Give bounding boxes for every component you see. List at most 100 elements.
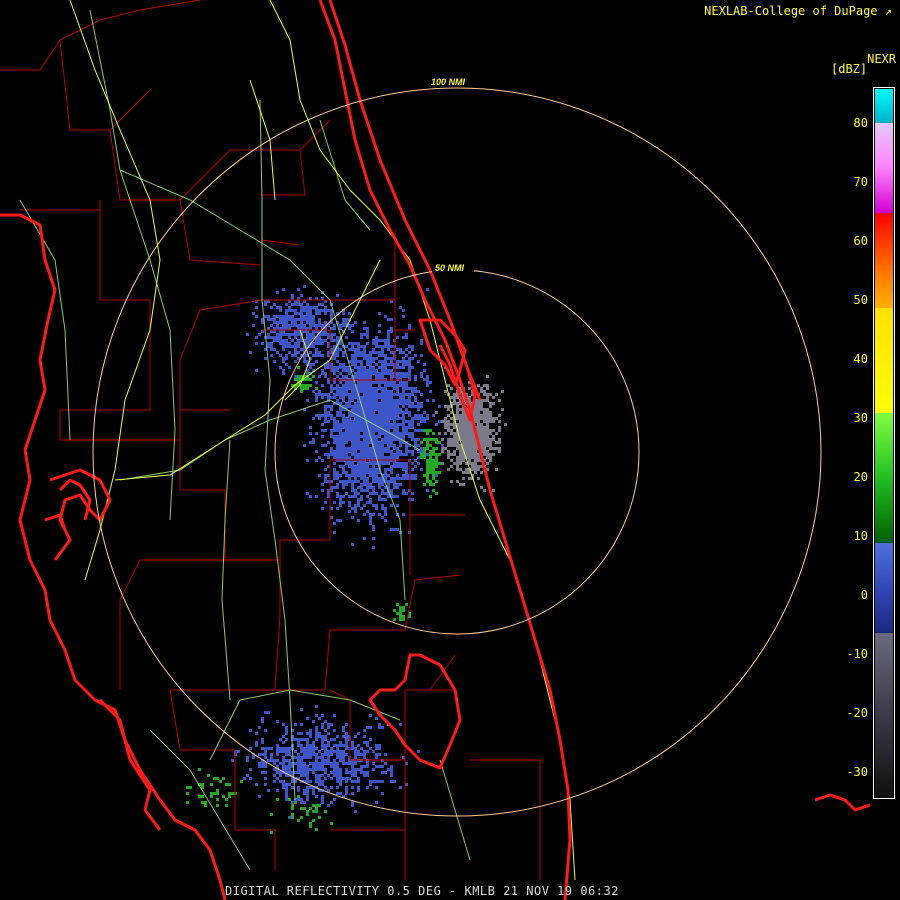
echo-pixel [447, 420, 450, 423]
echo-pixel [372, 474, 375, 477]
echo-pixel [300, 390, 303, 393]
echo-pixel [408, 369, 411, 372]
echo-pixel [498, 414, 501, 417]
echo-pixel [324, 366, 327, 369]
echo-pixel [282, 321, 285, 324]
echo-pixel [372, 468, 375, 471]
echo-pixel [372, 477, 375, 480]
echo-pixel [411, 345, 414, 348]
echo-pixel [216, 798, 219, 801]
echo-pixel [447, 423, 450, 426]
echo-pixel [396, 465, 399, 468]
echo-pixel [351, 780, 354, 783]
echo-pixel [315, 432, 318, 435]
echo-pixel [354, 489, 357, 492]
echo-pixel [384, 447, 387, 450]
echo-pixel [363, 450, 366, 453]
echo-pixel [315, 759, 318, 762]
echo-pixel [276, 750, 279, 753]
echo-pixel [324, 453, 327, 456]
echo-pixel [363, 729, 366, 732]
echo-pixel [477, 414, 480, 417]
echo-pixel [255, 732, 258, 735]
echo-pixel [303, 792, 306, 795]
echo-pixel [405, 354, 408, 357]
echo-pixel [450, 480, 453, 483]
echo-pixel [366, 495, 369, 498]
echo-pixel [354, 471, 357, 474]
echo-pixel [255, 741, 258, 744]
echo-pixel [264, 303, 267, 306]
echo-pixel [408, 324, 411, 327]
legend-tick: 20 [853, 470, 868, 484]
echo-pixel [339, 426, 342, 429]
echo-pixel [339, 783, 342, 786]
echo-pixel [276, 789, 279, 792]
echo-pixel [492, 435, 495, 438]
echo-pixel [426, 447, 429, 450]
echo-pixel [399, 432, 402, 435]
echo-pixel [381, 345, 384, 348]
echo-pixel [390, 408, 393, 411]
echo-pixel [372, 351, 375, 354]
echo-pixel [357, 504, 360, 507]
echo-pixel [363, 462, 366, 465]
echo-pixel [315, 795, 318, 798]
echo-pixel [297, 759, 300, 762]
echo-pixel [345, 753, 348, 756]
echo-pixel [480, 414, 483, 417]
echo-pixel [216, 777, 219, 780]
echo-pixel [378, 330, 381, 333]
echo-pixel [435, 441, 438, 444]
echo-pixel [306, 492, 309, 495]
echo-pixel [315, 780, 318, 783]
echo-pixel [486, 456, 489, 459]
echo-pixel [483, 390, 486, 393]
echo-pixel [297, 378, 300, 381]
echo-pixel [354, 372, 357, 375]
echo-pixel [426, 438, 429, 441]
echo-pixel [336, 762, 339, 765]
echo-pixel [483, 444, 486, 447]
echo-pixel [330, 396, 333, 399]
echo-pixel [390, 417, 393, 420]
echo-pixel [468, 396, 471, 399]
echo-pixel [288, 333, 291, 336]
echo-pixel [267, 345, 270, 348]
echo-pixel [312, 390, 315, 393]
echo-pixel [303, 357, 306, 360]
echo-pixel [369, 453, 372, 456]
echo-pixel [357, 372, 360, 375]
echo-pixel [369, 522, 372, 525]
echo-pixel [390, 327, 393, 330]
echo-pixel [348, 501, 351, 504]
echo-pixel [282, 750, 285, 753]
echo-pixel [378, 402, 381, 405]
echo-pixel [291, 318, 294, 321]
echo-pixel [453, 438, 456, 441]
echo-pixel [345, 492, 348, 495]
echo-pixel [327, 774, 330, 777]
echo-pixel [354, 390, 357, 393]
echo-pixel [402, 513, 405, 516]
echo-pixel [468, 453, 471, 456]
echo-pixel [294, 303, 297, 306]
echo-pixel [378, 351, 381, 354]
echo-pixel [357, 777, 360, 780]
echo-pixel [453, 435, 456, 438]
echo-pixel [426, 471, 429, 474]
echo-pixel [342, 735, 345, 738]
echo-pixel [489, 447, 492, 450]
echo-pixel [387, 462, 390, 465]
echo-pixel [306, 756, 309, 759]
echo-pixel [321, 507, 324, 510]
echo-pixel [393, 429, 396, 432]
echo-pixel [336, 426, 339, 429]
echo-pixel [396, 402, 399, 405]
echo-pixel [312, 771, 315, 774]
echo-pixel [300, 801, 303, 804]
echo-pixel [336, 387, 339, 390]
echo-pixel [432, 462, 435, 465]
echo-pixel [489, 441, 492, 444]
echo-pixel [336, 435, 339, 438]
